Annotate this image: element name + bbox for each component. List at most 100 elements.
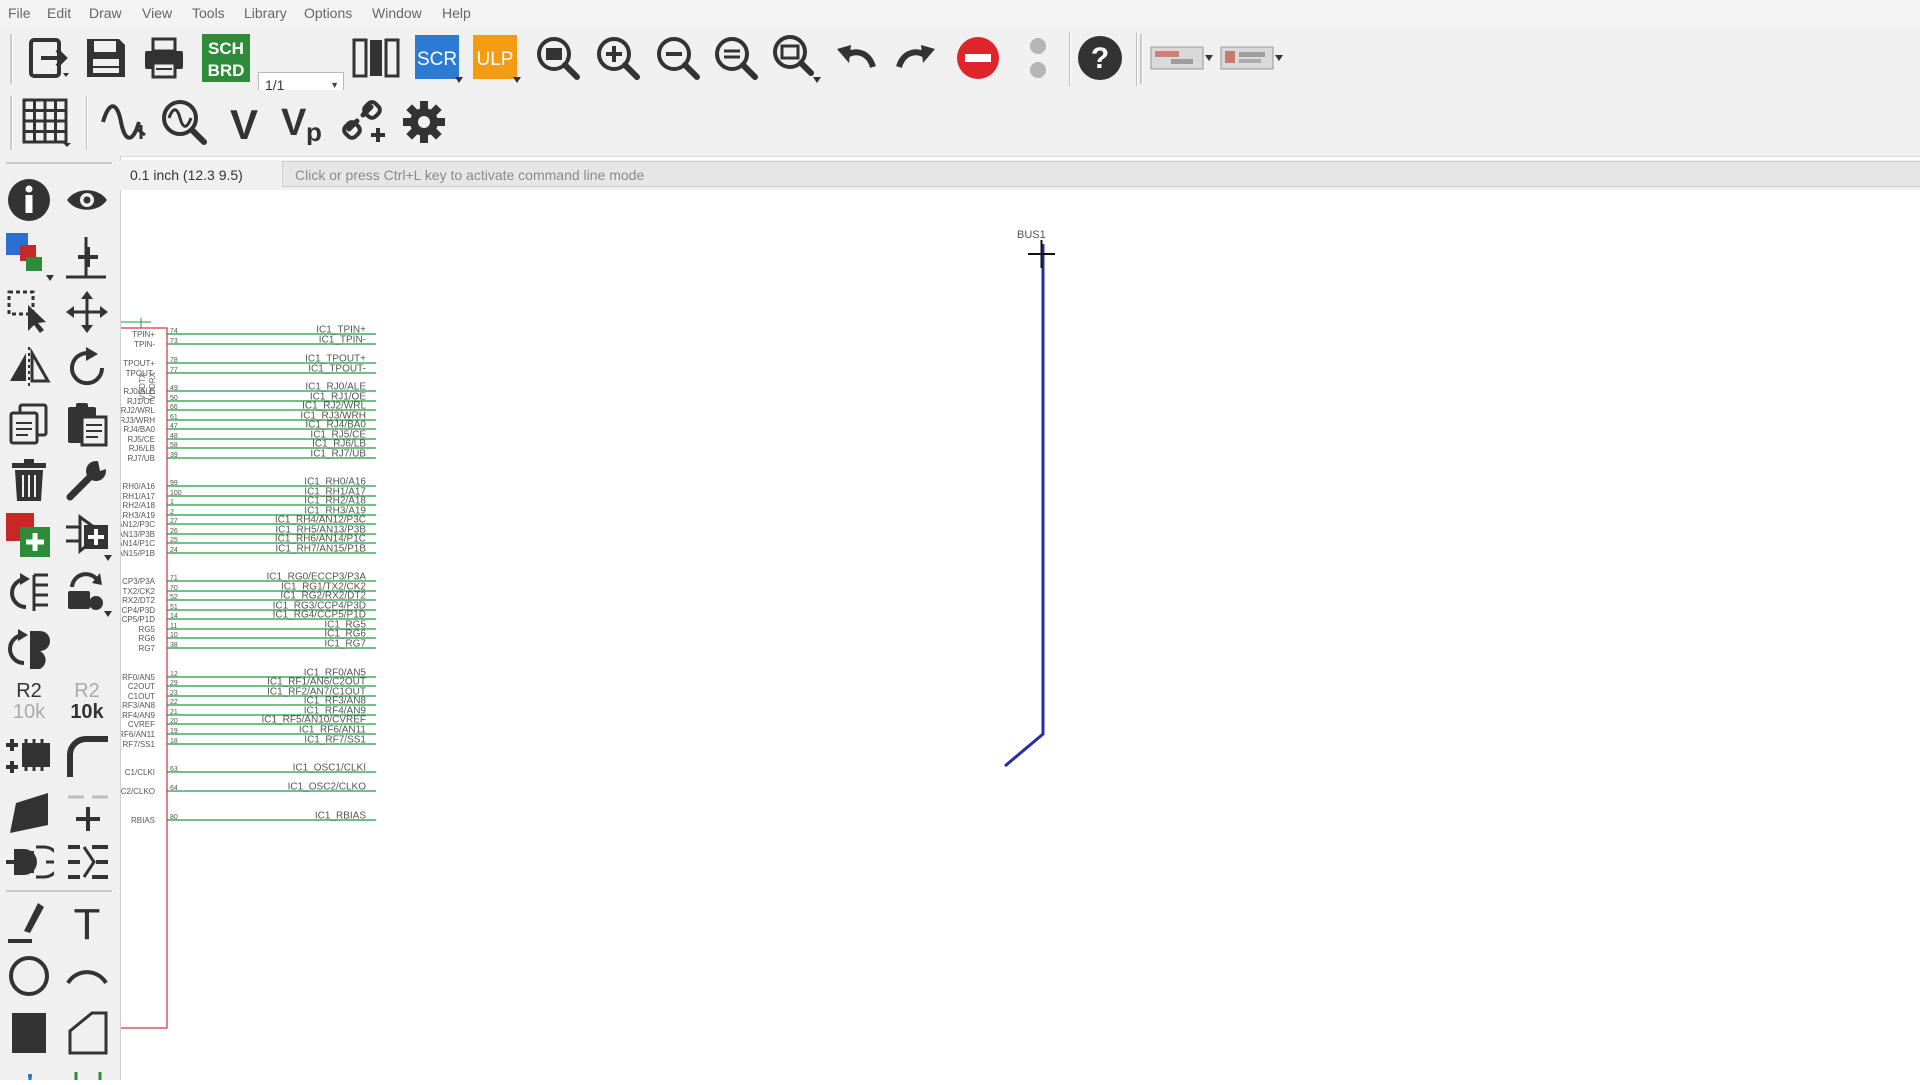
- script-button[interactable]: SCR: [412, 32, 464, 84]
- mirror-tool[interactable]: [2, 342, 56, 394]
- trash-icon: [12, 459, 46, 501]
- pin-number: 71: [170, 575, 178, 582]
- arc-tool[interactable]: [60, 950, 114, 1002]
- sch-brd-switch-button[interactable]: SCH BRD: [200, 32, 252, 84]
- simulation-button[interactable]: [98, 96, 150, 148]
- voltage-probe-button[interactable]: V: [218, 96, 270, 148]
- paste-tool[interactable]: [60, 398, 114, 450]
- net-label: IC1_RH7/AN15/P1B: [275, 544, 366, 555]
- menu-library[interactable]: Library: [244, 5, 287, 21]
- gear-icon: [403, 101, 445, 143]
- bus1[interactable]: BUS1: [1004, 229, 1046, 768]
- more-tool[interactable]: [60, 1060, 114, 1080]
- ulp-icon: ULP: [473, 35, 521, 83]
- more-tool[interactable]: [2, 1060, 56, 1080]
- redo-button[interactable]: [890, 32, 942, 84]
- stop-button[interactable]: [952, 32, 1004, 84]
- value-tool-value: 10k: [70, 701, 104, 723]
- display-layers-tool[interactable]: [2, 230, 56, 282]
- menu-help[interactable]: Help: [442, 5, 471, 21]
- ltspice-icon: [1220, 46, 1283, 70]
- ltspice-button[interactable]: [1218, 32, 1286, 84]
- menu-edit[interactable]: Edit: [47, 5, 71, 21]
- print-button[interactable]: [138, 32, 190, 84]
- zoom-out-button[interactable]: [652, 32, 704, 84]
- mark-tool[interactable]: [60, 230, 114, 282]
- pin-number: 20: [170, 718, 178, 725]
- pinswap-tool[interactable]: [2, 836, 56, 888]
- delete-tool[interactable]: [2, 454, 56, 506]
- zoom-fit-button[interactable]: [532, 32, 584, 84]
- pin-number: 25: [170, 537, 178, 544]
- attribute-tool[interactable]: [60, 836, 114, 888]
- pin-name: RG5: [139, 625, 156, 634]
- move-tool[interactable]: [60, 286, 114, 338]
- value-tool[interactable]: R2 10k: [60, 676, 114, 728]
- swap-tool[interactable]: [2, 566, 56, 618]
- replace-part-icon: [66, 514, 112, 561]
- pin-number: 61: [170, 414, 178, 421]
- lock-tool[interactable]: [60, 566, 114, 618]
- rectangle-tool[interactable]: [2, 1006, 56, 1058]
- change-tool[interactable]: [60, 454, 114, 506]
- miter-tool[interactable]: [60, 730, 114, 782]
- menu-view[interactable]: View: [142, 5, 172, 21]
- grid-button[interactable]: [20, 96, 72, 148]
- undo-button[interactable]: [830, 32, 882, 84]
- open-button[interactable]: [22, 32, 74, 84]
- junction-tool[interactable]: [60, 786, 114, 838]
- secondary-toolbar: V V p: [0, 90, 1920, 157]
- bus-segment[interactable]: [1004, 244, 1045, 768]
- rotate-tool[interactable]: [60, 342, 114, 394]
- pin-name: AN15/P1B: [121, 549, 155, 558]
- command-line-input[interactable]: Click or press Ctrl+L key to activate co…: [282, 161, 1920, 187]
- phase-probe-button[interactable]: V p: [278, 96, 330, 148]
- smash-tool[interactable]: [2, 730, 56, 782]
- help-button[interactable]: ?: [1074, 32, 1126, 84]
- probe-analysis-button[interactable]: [158, 96, 210, 148]
- pin-name: TX2/CK2: [123, 587, 156, 596]
- save-button[interactable]: [80, 32, 132, 84]
- menu-file[interactable]: File: [8, 5, 31, 21]
- menu-window[interactable]: Window: [372, 5, 422, 21]
- pin-name: RJ7/UB: [127, 454, 155, 463]
- zoom-redraw-button[interactable]: [710, 32, 762, 84]
- zoom-in-button[interactable]: [592, 32, 644, 84]
- menu-draw[interactable]: Draw: [89, 5, 122, 21]
- pin-name: RJ4/BA0: [123, 425, 155, 434]
- group-select-tool[interactable]: [2, 286, 56, 338]
- name-tool[interactable]: R2 10k: [2, 676, 56, 728]
- gate-swap-tool[interactable]: [2, 622, 56, 674]
- replace-part-tool[interactable]: [60, 510, 114, 562]
- go-button[interactable]: [1012, 32, 1064, 84]
- copy-icon: [9, 403, 48, 445]
- junction-icon: [68, 795, 108, 831]
- schematic-canvas[interactable]: VDDTX VDDRX TPIN+ 74 IC1_TPIN+ TPIN- 73 IC1_T…: [110, 190, 1920, 1080]
- pin-number: 12: [170, 671, 178, 678]
- circle-tool[interactable]: [2, 950, 56, 1002]
- toolbar-grip: [6, 162, 113, 164]
- pin-name: AN12/P3C: [121, 520, 155, 529]
- menu-options[interactable]: Options: [304, 5, 352, 21]
- text-tool[interactable]: T: [60, 896, 114, 948]
- polygon-tool[interactable]: [60, 1006, 114, 1058]
- show-tool[interactable]: [60, 174, 114, 226]
- design-link-button[interactable]: [1148, 32, 1216, 84]
- chevron-down-icon: ▼: [330, 80, 339, 90]
- copy-tool[interactable]: [2, 398, 56, 450]
- split-tool[interactable]: [2, 786, 56, 838]
- crosshair-cursor-icon: [1028, 240, 1055, 268]
- wire-tool[interactable]: [2, 896, 56, 948]
- add-link-button[interactable]: [338, 96, 390, 148]
- layer-visibility-button[interactable]: [350, 32, 402, 84]
- wrench-icon: [66, 461, 106, 501]
- ulp-button[interactable]: ULP: [470, 32, 522, 84]
- menu-tools[interactable]: Tools: [192, 5, 225, 21]
- svg-text:V: V: [230, 101, 258, 145]
- add-part-tool[interactable]: [2, 510, 56, 562]
- redo-icon: [896, 45, 935, 69]
- sim-settings-button[interactable]: [398, 96, 450, 148]
- zoom-select-button[interactable]: [770, 32, 822, 84]
- pin-name: RJ0/ALE: [123, 387, 155, 396]
- info-tool[interactable]: [2, 174, 56, 226]
